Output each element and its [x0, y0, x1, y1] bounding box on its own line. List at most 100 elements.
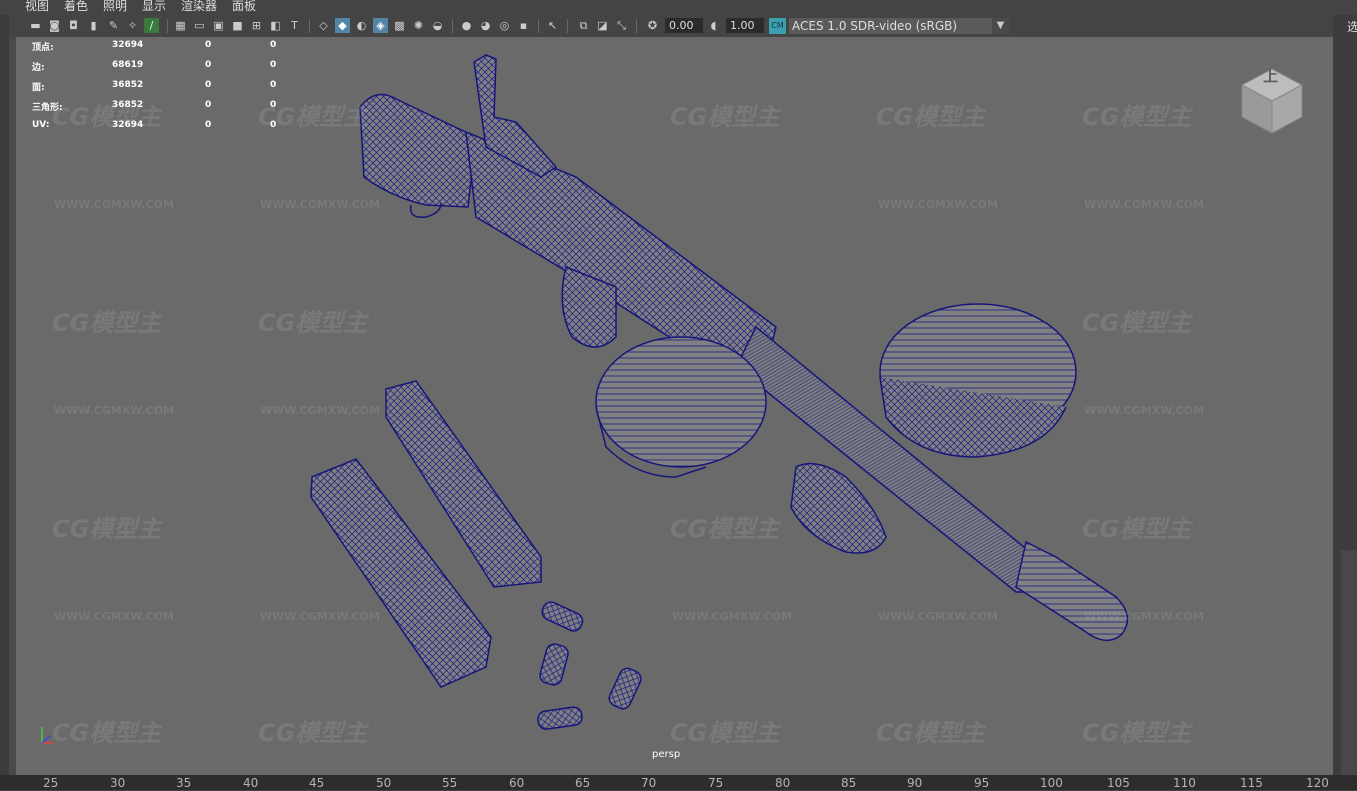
muzzle-compensator — [1015, 540, 1129, 641]
front-grip — [790, 462, 887, 554]
time-tick: 85 — [841, 776, 857, 790]
hud-label: 顶点: — [32, 43, 54, 53]
hud-value: 36852 — [112, 80, 144, 90]
bookmark-icon[interactable]: ◘ — [66, 18, 81, 33]
camera-label: persp — [652, 749, 681, 760]
bullet — [539, 643, 569, 686]
time-tick: 55 — [442, 776, 458, 790]
model-wireframe — [310, 54, 1129, 730]
gate-mask-icon[interactable]: ■ — [230, 18, 245, 33]
time-tick: 90 — [907, 776, 923, 790]
hud-value: 0 — [205, 60, 212, 70]
menu-lighting[interactable]: 照明 — [103, 0, 127, 12]
hud-value: 0 — [205, 40, 212, 50]
pen-tool-icon[interactable]: / — [144, 18, 159, 33]
time-tick: 45 — [309, 776, 325, 790]
side-panel-label[interactable]: 选 — [1347, 18, 1357, 35]
gamma-icon[interactable]: ◖ — [706, 18, 721, 33]
camera-select-icon[interactable]: ▬ — [28, 18, 43, 33]
color-space-label: ACES 1.0 SDR-video (sRGB) — [792, 19, 958, 33]
color-space-select[interactable]: ACES 1.0 SDR-video (sRGB) ▼ — [789, 18, 1009, 34]
toolbar-separator — [452, 19, 453, 33]
time-tick: 25 — [43, 776, 59, 790]
toolbar-separator — [636, 19, 637, 33]
smooth-shade-icon[interactable]: ◆ — [335, 18, 350, 33]
time-tick: 80 — [775, 776, 791, 790]
hud-value: 32694 — [112, 40, 144, 50]
isolate-select-icon[interactable]: ↖ — [545, 18, 560, 33]
time-tick: 110 — [1173, 776, 1196, 790]
time-tick: 100 — [1040, 776, 1063, 790]
wireframe-icon[interactable]: ◇ — [316, 18, 331, 33]
camera-attributes-icon[interactable]: ◙ — [47, 18, 62, 33]
time-tick: 70 — [641, 776, 657, 790]
time-tick: 35 — [176, 776, 192, 790]
hud-label: 面: — [32, 83, 45, 93]
viewcube-face-label: 上 — [1263, 67, 1279, 85]
field-chart-icon[interactable]: ⊞ — [249, 18, 264, 33]
screen-space-ao-icon[interactable]: ● — [459, 18, 474, 33]
hud-value: 0 — [270, 120, 277, 130]
bullet — [537, 706, 583, 730]
safe-action-icon[interactable]: ◧ — [268, 18, 283, 33]
time-slider[interactable]: 25 30 35 40 45 50 55 60 65 70 75 80 85 9… — [0, 775, 1357, 790]
menu-shading[interactable]: 着色 — [64, 0, 88, 12]
3d-viewport[interactable]: 上 顶点: 32694 0 0 边: 68619 0 0 面: 36852 0 … — [16, 37, 1333, 775]
grease-pencil-icon[interactable]: ✧ — [125, 18, 140, 33]
motion-blur-icon[interactable]: ◕ — [478, 18, 493, 33]
safe-title-icon[interactable]: T — [287, 18, 302, 33]
time-tick: 115 — [1240, 776, 1263, 790]
xray-joints-icon[interactable]: ◪ — [595, 18, 610, 33]
menu-show[interactable]: 显示 — [142, 0, 166, 12]
menu-renderer[interactable]: 渲染器 — [181, 0, 217, 12]
image-plane-icon[interactable]: ▮ — [86, 18, 101, 33]
viewport-toolbar: ▬ ◙ ◘ ▮ ✎ ✧ / ▦ ▭ ▣ ■ ⊞ ◧ T ◇ ◆ ◐ ◈ ▩ ✺ … — [0, 15, 1335, 38]
time-tick: 50 — [376, 776, 392, 790]
wireframe-on-shaded-icon[interactable]: ◈ — [373, 18, 388, 33]
chevron-down-icon[interactable]: ▼ — [992, 18, 1009, 34]
time-tick: 30 — [110, 776, 126, 790]
right-side-panel — [1341, 550, 1357, 775]
time-tick: 105 — [1107, 776, 1130, 790]
hud-value: 32694 — [112, 120, 144, 130]
hud-value: 0 — [205, 120, 212, 130]
menu-view[interactable]: 视图 — [25, 0, 49, 12]
time-tick: 60 — [509, 776, 525, 790]
time-tick: 95 — [974, 776, 990, 790]
gun-receiver — [465, 130, 777, 368]
hud-value: 0 — [205, 80, 212, 90]
color-management-icon[interactable]: CM — [769, 18, 786, 34]
film-gate-icon[interactable]: ▭ — [192, 18, 207, 33]
exposure-field[interactable]: 0.00 — [665, 18, 703, 33]
resolution-gate-icon[interactable]: ▣ — [211, 18, 226, 33]
2d-pan-zoom-icon[interactable]: ✎ — [106, 18, 121, 33]
hud-label: 边: — [32, 63, 45, 73]
lights-icon[interactable]: ✺ — [411, 18, 426, 33]
toolbar-separator — [309, 19, 310, 33]
depth-of-field-icon[interactable]: ▪ — [516, 18, 531, 33]
drum-magazine-attached — [595, 336, 767, 468]
hud-value: 0 — [270, 100, 277, 110]
textured-icon[interactable]: ▩ — [392, 18, 407, 33]
anti-aliasing-icon[interactable]: ◎ — [497, 18, 512, 33]
bullet — [608, 667, 642, 710]
exposure-icon[interactable]: ✪ — [645, 18, 660, 33]
hud-value: 0 — [205, 100, 212, 110]
xray-active-icon[interactable]: ⤡ — [614, 18, 629, 33]
grid-icon[interactable]: ▦ — [173, 18, 188, 33]
default-material-icon[interactable]: ◐ — [354, 18, 369, 33]
gamma-field[interactable]: 1.00 — [726, 18, 764, 33]
xray-icon[interactable]: ⧉ — [576, 18, 591, 33]
hud-label: 三角形: — [32, 103, 63, 113]
toolbar-separator — [167, 19, 168, 33]
time-tick: 65 — [575, 776, 591, 790]
menu-panels[interactable]: 面板 — [232, 0, 256, 12]
hud-value: 0 — [270, 60, 277, 70]
hud-value: 0 — [270, 40, 277, 50]
hud-value: 68619 — [112, 60, 144, 70]
axis-gizmo-icon — [41, 727, 54, 744]
gun-stock — [359, 93, 477, 208]
hud-value: 36852 — [112, 100, 144, 110]
toolbar-separator — [567, 19, 568, 33]
shadows-icon[interactable]: ◒ — [430, 18, 445, 33]
